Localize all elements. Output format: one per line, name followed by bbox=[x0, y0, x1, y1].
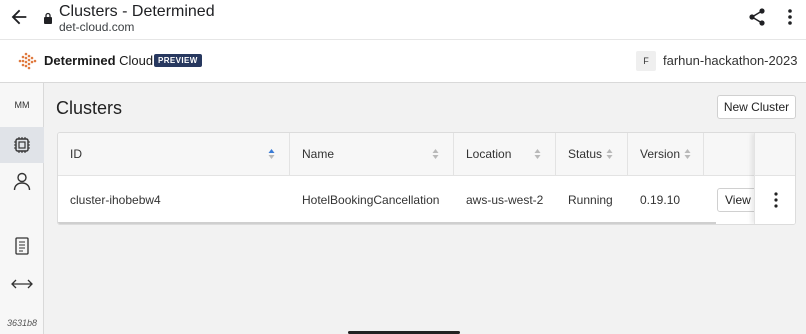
column-header-location[interactable]: Location bbox=[454, 133, 556, 176]
build-version: 3631b8 bbox=[6, 318, 38, 328]
sidebar-item-expand[interactable] bbox=[0, 266, 44, 302]
table-header: ID Name Location Status Version bbox=[58, 133, 795, 176]
cell-location: aws-us-west-2 bbox=[466, 193, 544, 207]
table-row[interactable]: cluster-ihobebw4 HotelBookingCancellatio… bbox=[58, 176, 795, 224]
sort-icon bbox=[684, 149, 691, 159]
cell-version: 0.19.10 bbox=[640, 193, 681, 207]
brand-name: Determined Cloud bbox=[44, 53, 154, 68]
back-arrow-icon[interactable] bbox=[8, 6, 30, 28]
user-avatar[interactable]: MM bbox=[9, 95, 35, 115]
sidebar-item-users[interactable] bbox=[0, 163, 44, 199]
preview-badge: PREVIEW bbox=[154, 54, 202, 67]
share-icon[interactable] bbox=[747, 7, 767, 27]
sidebar: MM 3631b8 bbox=[0, 83, 44, 334]
browser-url[interactable]: det-cloud.com bbox=[59, 20, 134, 34]
sort-active-icon bbox=[268, 149, 275, 159]
workspace-name[interactable]: farhun-hackathon-2023 bbox=[663, 53, 797, 68]
main-content: Clusters New Cluster ID Name Location St… bbox=[44, 83, 806, 334]
page-title: Clusters bbox=[56, 98, 123, 118]
column-header-status[interactable]: Status bbox=[556, 133, 628, 176]
new-cluster-button[interactable]: New Cluster bbox=[717, 95, 796, 119]
document-icon bbox=[15, 237, 29, 255]
cell-name: HotelBookingCancellation bbox=[302, 193, 440, 207]
chip-icon bbox=[14, 137, 30, 153]
cell-id: cluster-ihobebw4 bbox=[70, 193, 161, 207]
sidebar-item-clusters[interactable] bbox=[0, 127, 44, 163]
column-header-version[interactable]: Version bbox=[628, 133, 704, 176]
browser-tab-title: Clusters - Determined bbox=[59, 3, 215, 20]
cell-status: Running bbox=[568, 193, 613, 207]
determined-logo-icon[interactable] bbox=[18, 52, 38, 70]
expand-horizontal-icon bbox=[11, 279, 33, 289]
sort-icon bbox=[606, 149, 613, 159]
app-header: Determined Cloud PREVIEW F farhun-hackat… bbox=[0, 40, 806, 83]
actions-column-header bbox=[755, 133, 795, 176]
more-vert-icon[interactable] bbox=[783, 7, 797, 27]
sort-icon bbox=[432, 149, 439, 159]
horizontal-scrollbar[interactable] bbox=[58, 222, 716, 224]
user-icon bbox=[13, 172, 31, 191]
workspace-avatar[interactable]: F bbox=[636, 51, 656, 71]
lock-icon bbox=[44, 12, 52, 24]
clusters-table: ID Name Location Status Version cluster-… bbox=[57, 132, 796, 225]
browser-toolbar: Clusters - Determined det-cloud.com bbox=[0, 0, 806, 40]
column-header-id[interactable]: ID bbox=[58, 133, 290, 176]
column-header-name[interactable]: Name bbox=[290, 133, 454, 176]
row-actions-icon[interactable] bbox=[773, 192, 779, 208]
row-actions-column bbox=[754, 133, 795, 224]
sort-icon bbox=[534, 149, 541, 159]
sidebar-item-docs[interactable] bbox=[0, 228, 44, 264]
